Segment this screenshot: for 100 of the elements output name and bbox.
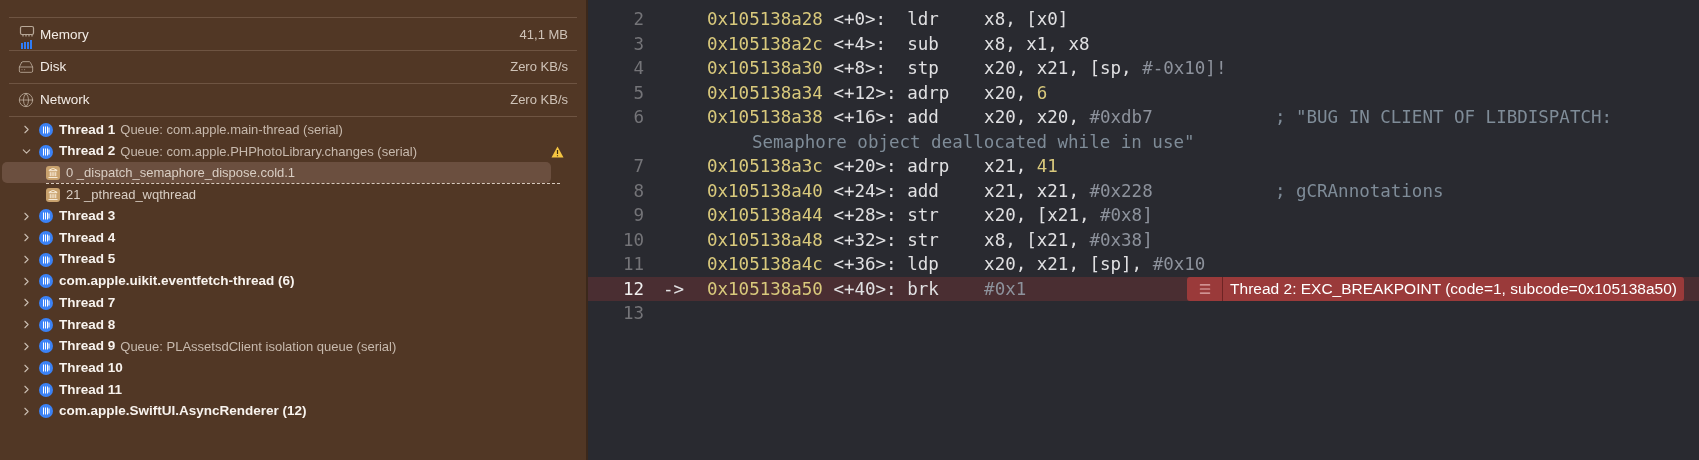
line-number: 8 xyxy=(632,179,644,203)
list-icon[interactable] xyxy=(1197,281,1212,296)
instruction-mnemonic: add xyxy=(907,179,940,203)
instruction-offset: <+20>: xyxy=(833,155,898,179)
instruction-operand: x21, xyxy=(984,155,1028,179)
instruction-operand: x20, [x21, xyxy=(984,204,1091,228)
thread-icon xyxy=(39,209,53,224)
instruction-offset: <+24>: xyxy=(833,179,898,203)
stack-frame-label: 0 _dispatch_semaphore_dispose.cold.1 xyxy=(66,164,296,183)
thread-queue: Queue: com.apple.main-thread (serial) xyxy=(120,121,343,140)
instruction-mnemonic: ldp xyxy=(907,253,940,277)
instruction-operand: x21, x21, xyxy=(984,179,1080,203)
instruction-operand: x8, [x0] xyxy=(984,8,1069,32)
thread-icon xyxy=(39,339,53,354)
gauge-value: Zero KB/s xyxy=(510,58,568,77)
gauge-value: Zero KB/s xyxy=(510,91,568,110)
instruction-address: 0x105138a50 xyxy=(707,277,823,301)
instruction-operand: 6 xyxy=(1036,81,1048,105)
gauge-value: 41,1 MB xyxy=(519,26,568,44)
instruction-offset: <+12>: xyxy=(833,81,898,105)
thread-name[interactable]: Thread 11 xyxy=(59,379,123,400)
instruction-operand: #0x1 xyxy=(984,277,1027,301)
thread-icon xyxy=(39,361,53,376)
instruction-address: 0x105138a30 xyxy=(707,57,823,81)
thread-icon xyxy=(39,144,53,159)
code-comment: ; "BUG IN CLIENT OF LIBDISPATCH: xyxy=(1274,106,1613,130)
line-number: 3 xyxy=(632,32,644,56)
instruction-operand: x20, x20, xyxy=(984,106,1080,130)
instruction-mnemonic: adrp xyxy=(907,155,951,179)
instruction-operand: x8, [x21, xyxy=(984,228,1080,252)
instruction-operand: #0x228 xyxy=(1089,179,1153,203)
line-number: 10 xyxy=(621,228,644,252)
instruction-operand: x20, x21, [sp, xyxy=(984,57,1133,81)
thread-name[interactable]: Thread 9 xyxy=(59,336,116,357)
instruction-operand: #-0x10]! xyxy=(1142,57,1227,81)
thread-icon xyxy=(39,295,53,310)
library-icon xyxy=(46,165,60,180)
instruction-mnemonic: sub xyxy=(907,32,940,56)
thread-name[interactable]: com.apple.uikit.eventfetch-thread (6) xyxy=(59,271,295,292)
line-number: 2 xyxy=(632,8,644,32)
library-icon xyxy=(46,187,60,202)
instruction-operand: x20, xyxy=(984,81,1028,105)
instruction-mnemonic: ldr xyxy=(907,8,940,32)
usage-bars-icon xyxy=(21,40,33,49)
thread-name[interactable]: Thread 5 xyxy=(59,249,116,270)
code-comment: Semaphore object deallocated while in use" xyxy=(752,130,1195,154)
thread-queue: Queue: PLAssetsdClient isolation queue (serial) xyxy=(120,337,397,356)
thread-icon xyxy=(39,274,53,289)
line-number: 11 xyxy=(621,253,644,277)
stack-frame-row[interactable]: 21 _pthread_wqthread xyxy=(2,184,551,206)
instruction-address: 0x105138a40 xyxy=(707,179,823,203)
instruction-offset: <+28>: xyxy=(833,204,898,228)
instruction-mnemonic: add xyxy=(907,106,940,130)
thread-icon xyxy=(39,317,53,332)
gauge-label: Memory xyxy=(40,26,89,44)
thread-icon xyxy=(39,122,53,137)
instruction-address: 0x105138a34 xyxy=(707,81,823,105)
thread-name[interactable]: Thread 1 xyxy=(59,119,116,140)
memory-chip-icon xyxy=(19,25,35,37)
breakpoint-message: Thread 2: EXC_BREAKPOINT (code=1, subcode=0x105138a50) xyxy=(1229,279,1678,300)
instruction-operand: 41 xyxy=(1036,155,1058,179)
thread-name[interactable]: Thread 3 xyxy=(59,206,116,227)
thread-icon xyxy=(39,252,53,267)
line-number: 7 xyxy=(632,155,644,179)
instruction-operand: #0x8] xyxy=(1100,204,1153,228)
thread-icon xyxy=(39,230,53,245)
instruction-address: 0x105138a4c xyxy=(707,253,823,277)
line-number: 13 xyxy=(621,302,644,326)
thread-name[interactable]: Thread 8 xyxy=(59,314,116,335)
globe-icon xyxy=(18,92,34,108)
line-number: 4 xyxy=(632,57,644,81)
line-number: 5 xyxy=(632,81,644,105)
thread-icon xyxy=(39,382,53,397)
thread-icon xyxy=(39,404,53,419)
stack-frame-row[interactable]: 0 _dispatch_semaphore_dispose.cold.1 xyxy=(2,162,551,184)
instruction-offset: <+4>: xyxy=(833,32,888,56)
instruction-offset: <+16>: xyxy=(833,106,898,130)
instruction-operand: #0x10 xyxy=(1152,253,1206,277)
instruction-address: 0x105138a3c xyxy=(707,155,823,179)
thread-name[interactable]: Thread 2 xyxy=(59,141,116,162)
instruction-mnemonic: str xyxy=(907,204,940,228)
gauge-label: Disk xyxy=(40,57,67,76)
thread-name[interactable]: Thread 4 xyxy=(59,227,116,249)
instruction-offset: <+8>: xyxy=(833,57,888,81)
instruction-mnemonic: brk xyxy=(907,277,940,301)
thread-name[interactable]: com.apple.SwiftUI.AsyncRenderer (12) xyxy=(59,401,307,422)
instruction-mnemonic: str xyxy=(907,228,940,252)
instruction-offset: <+36>: xyxy=(833,253,898,277)
instruction-address: 0x105138a28 xyxy=(707,8,823,32)
instruction-operand: #0xdb7 xyxy=(1089,106,1153,130)
code-comment: ; gCRAnnotations xyxy=(1274,179,1444,203)
instruction-address: 0x105138a44 xyxy=(707,204,823,228)
line-number: 6 xyxy=(632,106,644,130)
thread-name[interactable]: Thread 7 xyxy=(59,292,116,314)
warning-icon xyxy=(551,145,564,158)
instruction-offset: <+0>: xyxy=(833,8,888,32)
line-number: 12 xyxy=(621,277,644,301)
current-line-arrow: -> xyxy=(663,278,685,299)
instruction-offset: <+40>: xyxy=(833,277,898,301)
thread-name[interactable]: Thread 10 xyxy=(59,357,123,379)
